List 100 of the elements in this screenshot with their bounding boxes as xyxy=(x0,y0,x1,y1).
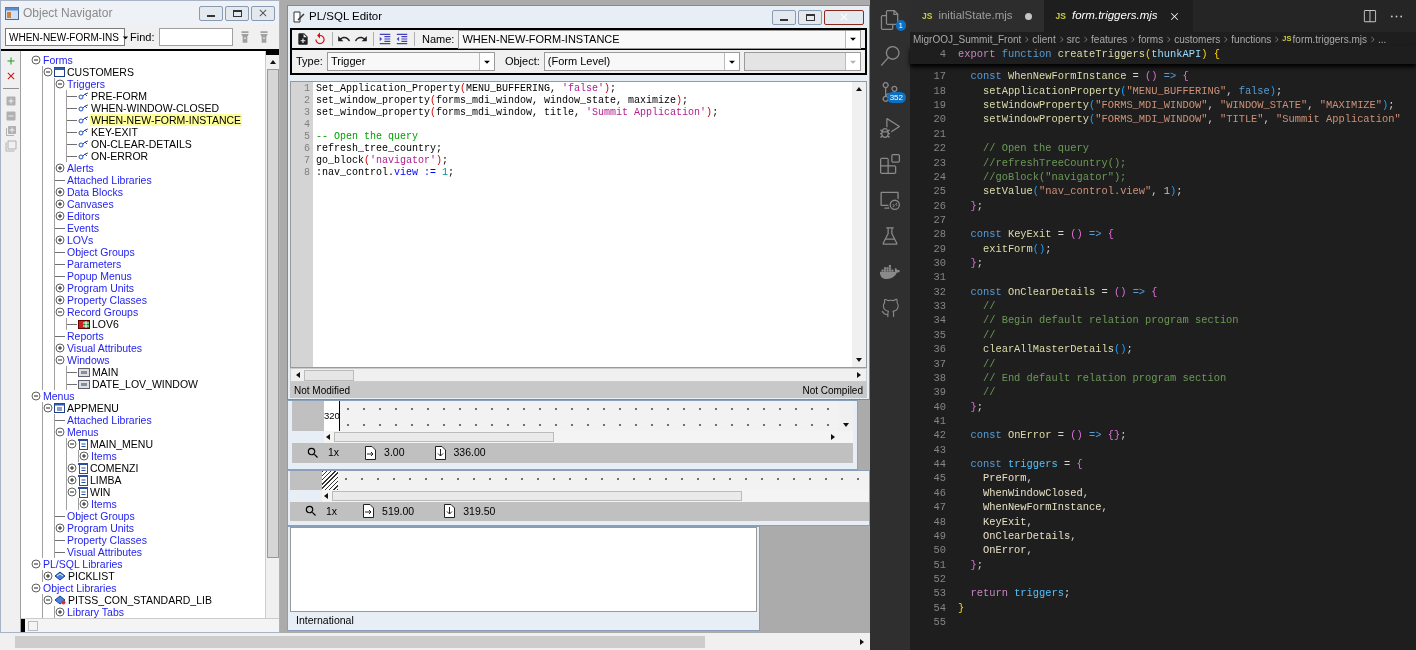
breadcrumb-item[interactable]: MigrOOJ_Summit_Front xyxy=(913,31,1022,47)
tree-item[interactable]: Visual Attributes xyxy=(66,342,144,354)
whale-icon[interactable] xyxy=(880,262,900,282)
tree-item[interactable]: PL/SQL Libraries xyxy=(42,558,124,570)
plus-toggle-icon[interactable] xyxy=(55,199,65,209)
tree-item[interactable]: Menus xyxy=(42,390,76,402)
tree-item[interactable]: Parameters xyxy=(66,258,123,270)
return-arrow-icon[interactable] xyxy=(313,32,327,46)
tree-item[interactable]: Attached Libraries xyxy=(66,174,153,186)
tree-item[interactable]: PITSS_CON_STANDARD_LIB xyxy=(67,594,213,606)
tree-item[interactable]: CUSTOMERS xyxy=(66,66,135,78)
split-editor-icon[interactable] xyxy=(1362,8,1377,24)
plus-toggle-icon[interactable] xyxy=(55,235,65,245)
maximize-button[interactable] xyxy=(225,5,249,21)
close-button[interactable] xyxy=(824,9,864,25)
tree-item[interactable]: COMENZI xyxy=(89,462,140,474)
play-bug-icon[interactable] xyxy=(880,118,900,138)
find-field[interactable] xyxy=(159,28,234,46)
scroll-thumb[interactable] xyxy=(332,491,742,501)
horizontal-scrollbar[interactable] xyxy=(324,431,853,443)
scroll-thumb[interactable] xyxy=(28,620,38,631)
minus-toggle-icon[interactable] xyxy=(67,439,77,449)
files-icon[interactable] xyxy=(880,10,900,30)
tree-item[interactable]: Record Groups xyxy=(66,306,140,318)
page-plus-icon[interactable] xyxy=(296,32,310,46)
tree-item[interactable]: Items xyxy=(90,450,118,462)
scroll-down-arrow-icon[interactable] xyxy=(842,421,850,429)
scroll-up-arrow-icon[interactable] xyxy=(855,85,863,93)
tree-item[interactable]: Object Groups xyxy=(66,246,136,258)
breadcrumb-item[interactable]: features xyxy=(1091,31,1128,47)
tree-item[interactable]: WIN xyxy=(89,486,112,498)
tree-item[interactable]: Windows xyxy=(66,354,111,366)
name-dropdown[interactable]: WHEN-NEW-FORM-INSTANCE xyxy=(458,29,861,49)
tree-item[interactable]: KEY-EXIT xyxy=(90,126,139,138)
tree-item[interactable]: Attached Libraries xyxy=(66,414,153,426)
type-dropdown[interactable]: Trigger xyxy=(326,52,495,71)
tree-item[interactable]: Visual Attributes xyxy=(66,546,144,558)
plus-toggle-icon[interactable] xyxy=(55,295,65,305)
scroll-thumb[interactable] xyxy=(304,369,354,381)
plus-toggle-icon[interactable] xyxy=(55,163,65,173)
minimize-button[interactable] xyxy=(199,5,223,21)
horizontal-scrollbar[interactable] xyxy=(0,633,870,650)
tree-item[interactable]: ON-ERROR xyxy=(90,150,150,162)
plus-toggle-icon[interactable] xyxy=(55,211,65,221)
tree-item[interactable]: DATE_LOV_WINDOW xyxy=(91,378,199,390)
tree-item[interactable]: Menus xyxy=(66,426,100,438)
scroll-right-arrow-icon[interactable] xyxy=(855,371,863,379)
tree-item[interactable]: Alerts xyxy=(66,162,95,174)
scroll-right-arrow-icon[interactable] xyxy=(829,433,837,441)
tree-item[interactable]: APPMENU xyxy=(66,402,120,414)
scroll-down-arrow-icon[interactable] xyxy=(855,356,863,364)
tree-item[interactable]: Forms xyxy=(42,54,74,66)
breadcrumb-item[interactable]: ... xyxy=(1378,31,1387,47)
vertical-scrollbar[interactable] xyxy=(265,51,279,618)
breadcrumb-item[interactable]: form.triggers.mjs xyxy=(1292,31,1367,47)
plus-toggle-icon[interactable] xyxy=(55,523,65,533)
tree-item[interactable]: Triggers xyxy=(66,78,107,90)
maximize-button[interactable] xyxy=(798,9,822,25)
plus-toggle-icon[interactable] xyxy=(55,187,65,197)
tree-item[interactable]: WHEN-WINDOW-CLOSED xyxy=(90,102,221,114)
tree-item[interactable]: PICKLIST xyxy=(67,570,116,582)
tree-item[interactable]: MAIN_MENU xyxy=(89,438,154,450)
plus-toggle-icon[interactable] xyxy=(67,475,77,485)
horizontal-scrollbar[interactable] xyxy=(322,490,869,502)
tree-item[interactable]: Events xyxy=(66,222,101,234)
scroll-left-arrow-icon[interactable] xyxy=(324,433,332,441)
minus-toggle-icon[interactable] xyxy=(31,55,41,65)
tree-item[interactable]: Library Tabs xyxy=(66,606,125,618)
breadcrumb-item[interactable]: src xyxy=(1066,31,1081,47)
scroll-left-arrow-icon[interactable] xyxy=(294,371,302,379)
plus-toggle-icon[interactable] xyxy=(43,571,53,581)
tree-item[interactable]: LOV6 xyxy=(91,318,120,330)
tree-item[interactable]: ON-CLEAR-DETAILS xyxy=(90,138,193,150)
minus-toggle-icon[interactable] xyxy=(43,67,53,77)
tree-item[interactable]: Popup Menus xyxy=(66,270,133,282)
tree-item[interactable]: PRE-FORM xyxy=(90,90,148,102)
plus-toggle-icon[interactable] xyxy=(55,343,65,353)
cat-logo-icon[interactable] xyxy=(880,298,900,318)
minus-toggle-icon[interactable] xyxy=(55,355,65,365)
editor-tab[interactable]: JS initialState.mjs xyxy=(910,0,1044,32)
flask-icon[interactable] xyxy=(880,226,900,246)
minus-toggle-icon[interactable] xyxy=(43,403,53,413)
horizontal-scrollbar[interactable] xyxy=(21,618,279,632)
breadcrumb-item[interactable]: functions xyxy=(1231,31,1272,47)
tree-item[interactable]: Object Libraries xyxy=(42,582,118,594)
scroll-right-arrow-icon[interactable] xyxy=(858,637,866,646)
tree-item[interactable]: Editors xyxy=(66,210,101,222)
minus-toggle-icon[interactable] xyxy=(67,487,77,497)
object-dropdown[interactable]: (Form Level) xyxy=(543,52,740,71)
scroll-thumb[interactable] xyxy=(15,635,705,648)
minus-toggle-icon[interactable] xyxy=(31,559,41,569)
outdent-icon[interactable] xyxy=(395,32,409,46)
minus-toggle-icon[interactable] xyxy=(31,391,41,401)
close-button[interactable] xyxy=(251,5,275,21)
tree-item[interactable]: Program Units xyxy=(66,282,136,294)
breadcrumb-item[interactable]: forms xyxy=(1138,31,1164,47)
scroll-thumb[interactable] xyxy=(266,69,279,558)
plus-toggle-icon[interactable] xyxy=(79,451,89,461)
scroll-thumb[interactable] xyxy=(334,432,554,442)
tree-item[interactable]: Program Units xyxy=(66,522,136,534)
